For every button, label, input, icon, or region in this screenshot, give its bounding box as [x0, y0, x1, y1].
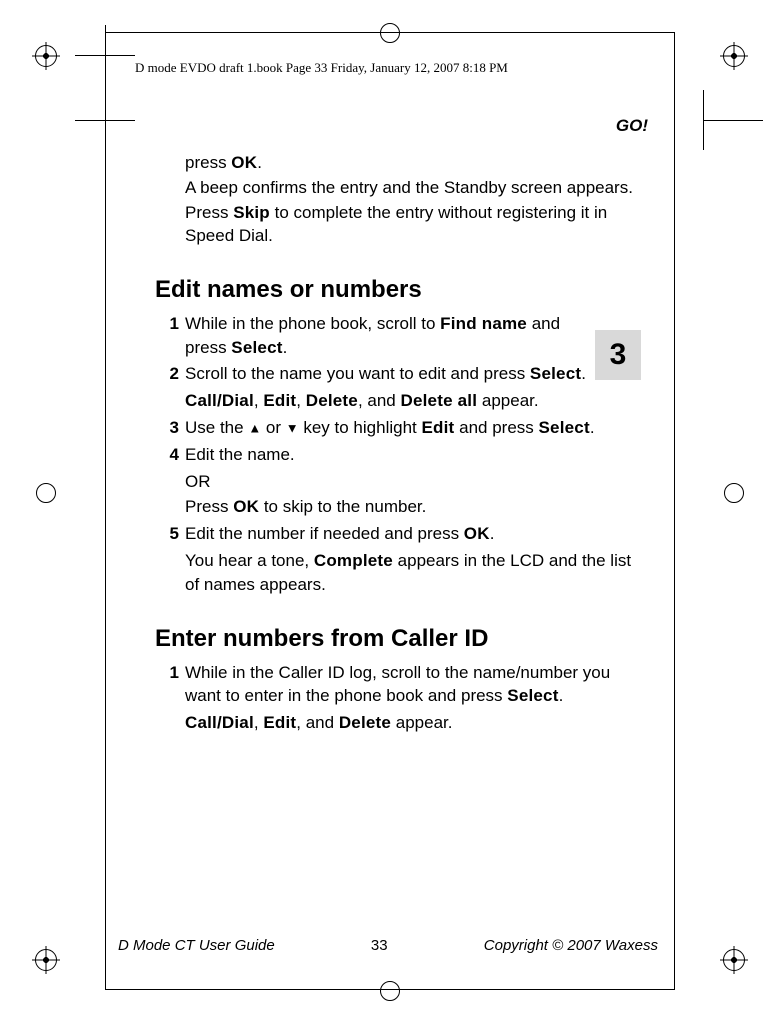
text: or [261, 418, 286, 437]
text: You hear a tone, [185, 551, 314, 570]
text: While in the phone book, scroll to [185, 314, 440, 333]
step-text: Scroll to the name you want to edit and … [185, 362, 635, 386]
text: Scroll to the name you want to edit and … [185, 364, 530, 383]
step-text: Edit the number if needed and press OK. [185, 522, 635, 546]
step-sub: Call/Dial, Edit, and Delete appear. [185, 711, 635, 735]
running-head: GO! [616, 116, 648, 136]
step-sub: OR [185, 470, 635, 494]
step-row: 2 Scroll to the name you want to edit an… [155, 362, 635, 386]
menu-label: Edit [421, 418, 454, 437]
text: and press [454, 418, 538, 437]
step-number: 1 [155, 312, 179, 336]
menu-label: Select [539, 418, 590, 437]
menu-label: Skip [233, 203, 270, 222]
body-text: A beep confirms the entry and the Standb… [185, 177, 635, 200]
menu-label: Complete [314, 551, 393, 570]
section-heading: Edit names or numbers [155, 276, 635, 304]
step-row: 1 While in the Caller ID log, scroll to … [155, 661, 635, 709]
menu-label: Select [231, 338, 282, 357]
step-sub: Call/Dial, Edit, Delete, and Delete all … [185, 389, 635, 413]
text: . [283, 338, 288, 357]
page-number: 33 [371, 937, 388, 954]
menu-label: Delete all [401, 391, 478, 410]
menu-label: OK [464, 524, 490, 543]
step-text: While in the Caller ID log, scroll to th… [185, 661, 635, 709]
page-content: 3 press OK. A beep confirms the entry an… [155, 150, 635, 735]
text: Use the [185, 418, 248, 437]
text: . [257, 153, 262, 172]
step-number: 2 [155, 362, 179, 386]
menu-label: Edit [263, 391, 296, 410]
text: appear. [477, 391, 538, 410]
text: . [490, 524, 495, 543]
menu-label: Edit [263, 713, 296, 732]
text: key to highlight [299, 418, 422, 437]
menu-label: Call/Dial [185, 391, 254, 410]
text: , [254, 391, 263, 410]
registration-mark-icon [720, 42, 746, 68]
menu-label: Call/Dial [185, 713, 254, 732]
draft-header: D mode EVDO draft 1.book Page 33 Friday,… [135, 60, 508, 76]
registration-mark-icon [720, 946, 746, 972]
step-sub: You hear a tone, Complete appears in the… [185, 549, 635, 597]
footer-right: Copyright © 2007 Waxess [484, 937, 658, 954]
text: , and [296, 713, 339, 732]
text: press [185, 153, 231, 172]
text: Press [185, 203, 233, 222]
text: to skip to the number. [259, 497, 426, 516]
registration-mark-icon [32, 946, 58, 972]
menu-label: OK [233, 497, 259, 516]
body-text: press OK. [185, 152, 635, 175]
menu-label: Find name [440, 314, 527, 333]
step-number: 5 [155, 522, 179, 546]
step-text: While in the phone book, scroll to Find … [185, 312, 635, 360]
down-arrow-icon: ▼ [286, 420, 299, 435]
page-footer: D Mode CT User Guide 33 Copyright © 2007… [118, 937, 658, 954]
section-heading: Enter numbers from Caller ID [155, 625, 635, 653]
menu-label: Delete [339, 713, 391, 732]
step-text: Use the ▲ or ▼ key to highlight Edit and… [185, 416, 635, 440]
text: , [296, 391, 305, 410]
step-number: 4 [155, 443, 179, 467]
text: . [590, 418, 595, 437]
up-arrow-icon: ▲ [248, 420, 261, 435]
step-number: 1 [155, 661, 179, 685]
registration-mark-icon [32, 42, 58, 68]
menu-label: Select [530, 364, 581, 383]
text: , and [358, 391, 401, 410]
step-text: Edit the name. [185, 443, 635, 467]
text: . [581, 364, 586, 383]
menu-label: OK [231, 153, 257, 172]
body-text: Press Skip to complete the entry without… [185, 202, 635, 248]
text: . [559, 686, 564, 705]
text: , [254, 713, 263, 732]
step-number: 3 [155, 416, 179, 440]
menu-label: Delete [306, 391, 358, 410]
text: Press [185, 497, 233, 516]
chapter-tab: 3 [595, 330, 641, 380]
menu-label: Select [507, 686, 558, 705]
step-sub: Press OK to skip to the number. [185, 495, 635, 519]
step-row: 3 Use the ▲ or ▼ key to highlight Edit a… [155, 416, 635, 440]
text: appear. [391, 713, 452, 732]
footer-left: D Mode CT User Guide [118, 937, 275, 954]
text: Edit the number if needed and press [185, 524, 464, 543]
step-row: 4 Edit the name. [155, 443, 635, 467]
step-row: 1 While in the phone book, scroll to Fin… [155, 312, 635, 360]
step-row: 5 Edit the number if needed and press OK… [155, 522, 635, 546]
